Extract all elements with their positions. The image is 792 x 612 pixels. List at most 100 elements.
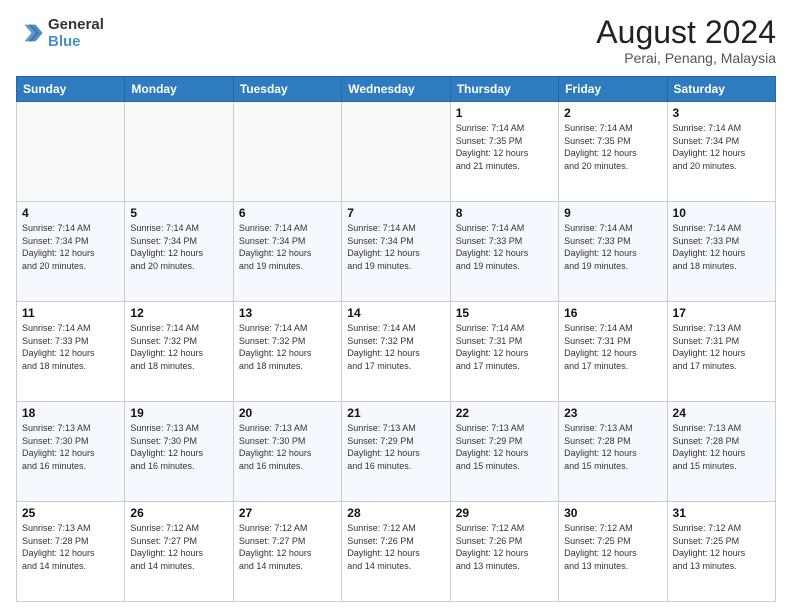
day-info: Sunrise: 7:13 AM Sunset: 7:29 PM Dayligh…: [456, 422, 553, 472]
day-number: 29: [456, 506, 553, 520]
calendar-cell: 16 Sunrise: 7:14 AM Sunset: 7:31 PM Dayli…: [559, 302, 667, 402]
day-info: Sunrise: 7:12 AM Sunset: 7:26 PM Dayligh…: [347, 522, 444, 572]
logo-text: General Blue: [48, 16, 104, 50]
day-number: 12: [130, 306, 227, 320]
calendar-cell: 7 Sunrise: 7:14 AM Sunset: 7:34 PM Daylig…: [342, 202, 450, 302]
day-info: Sunrise: 7:14 AM Sunset: 7:31 PM Dayligh…: [564, 322, 661, 372]
calendar-week-row: 11 Sunrise: 7:14 AM Sunset: 7:33 PM Dayli…: [17, 302, 776, 402]
day-info: Sunrise: 7:13 AM Sunset: 7:30 PM Dayligh…: [22, 422, 119, 472]
calendar-day-header: Saturday: [667, 77, 775, 102]
day-info: Sunrise: 7:13 AM Sunset: 7:28 PM Dayligh…: [673, 422, 770, 472]
calendar-week-row: 18Sunrise: 7:13 AM Sunset: 7:30 PM Dayli…: [17, 402, 776, 502]
day-number: 8: [456, 206, 553, 220]
title-block: August 2024 Perai, Penang, Malaysia: [596, 16, 776, 66]
day-info: Sunrise: 7:14 AM Sunset: 7:33 PM Dayligh…: [564, 222, 661, 272]
calendar-cell: 23 Sunrise: 7:13 AM Sunset: 7:28 PM Dayli…: [559, 402, 667, 502]
calendar-cell: 28 Sunrise: 7:12 AM Sunset: 7:26 PM Dayli…: [342, 502, 450, 602]
day-info: Sunrise: 7:14 AM Sunset: 7:34 PM Dayligh…: [130, 222, 227, 272]
day-number: 23: [564, 406, 661, 420]
calendar-cell: 11 Sunrise: 7:14 AM Sunset: 7:33 PM Dayli…: [17, 302, 125, 402]
month-year: August 2024: [596, 16, 776, 48]
calendar-day-header: Monday: [125, 77, 233, 102]
day-number: 9: [564, 206, 661, 220]
day-number: 4: [22, 206, 119, 220]
day-info: Sunrise: 7:14 AM Sunset: 7:35 PM Dayligh…: [456, 122, 553, 172]
calendar-week-row: 4 Sunrise: 7:14 AM Sunset: 7:34 PM Daylig…: [17, 202, 776, 302]
calendar-cell: 6 Sunrise: 7:14 AM Sunset: 7:34 PM Daylig…: [233, 202, 341, 302]
day-number: 31: [673, 506, 770, 520]
day-info: Sunrise: 7:12 AM Sunset: 7:27 PM Dayligh…: [130, 522, 227, 572]
calendar-cell: 31 Sunrise: 7:12 AM Sunset: 7:25 PM Dayli…: [667, 502, 775, 602]
day-info: Sunrise: 7:14 AM Sunset: 7:31 PM Dayligh…: [456, 322, 553, 372]
calendar-cell: [233, 102, 341, 202]
day-number: 19: [130, 406, 227, 420]
calendar-cell: 3 Sunrise: 7:14 AM Sunset: 7:34 PM Daylig…: [667, 102, 775, 202]
day-number: 28: [347, 506, 444, 520]
day-number: 21: [347, 406, 444, 420]
calendar-day-header: Wednesday: [342, 77, 450, 102]
calendar-cell: 2 Sunrise: 7:14 AM Sunset: 7:35 PM Daylig…: [559, 102, 667, 202]
calendar-cell: 22 Sunrise: 7:13 AM Sunset: 7:29 PM Dayli…: [450, 402, 558, 502]
day-info: Sunrise: 7:14 AM Sunset: 7:34 PM Dayligh…: [673, 122, 770, 172]
calendar-cell: 24 Sunrise: 7:13 AM Sunset: 7:28 PM Dayli…: [667, 402, 775, 502]
day-info: Sunrise: 7:12 AM Sunset: 7:25 PM Dayligh…: [673, 522, 770, 572]
calendar-cell: 10 Sunrise: 7:14 AM Sunset: 7:33 PM Dayli…: [667, 202, 775, 302]
day-number: 13: [239, 306, 336, 320]
day-info: Sunrise: 7:14 AM Sunset: 7:33 PM Dayligh…: [456, 222, 553, 272]
calendar-cell: 9 Sunrise: 7:14 AM Sunset: 7:33 PM Daylig…: [559, 202, 667, 302]
day-number: 17: [673, 306, 770, 320]
day-info: Sunrise: 7:13 AM Sunset: 7:28 PM Dayligh…: [564, 422, 661, 472]
calendar-cell: 26 Sunrise: 7:12 AM Sunset: 7:27 PM Dayli…: [125, 502, 233, 602]
day-number: 22: [456, 406, 553, 420]
calendar-day-header: Friday: [559, 77, 667, 102]
day-info: Sunrise: 7:14 AM Sunset: 7:34 PM Dayligh…: [22, 222, 119, 272]
calendar-cell: 13 Sunrise: 7:14 AM Sunset: 7:32 PM Dayli…: [233, 302, 341, 402]
calendar-table: SundayMondayTuesdayWednesdayThursdayFrid…: [16, 76, 776, 602]
day-number: 25: [22, 506, 119, 520]
day-number: 6: [239, 206, 336, 220]
day-number: 2: [564, 106, 661, 120]
calendar-cell: 14Sunrise: 7:14 AM Sunset: 7:32 PM Dayli…: [342, 302, 450, 402]
day-info: Sunrise: 7:14 AM Sunset: 7:35 PM Dayligh…: [564, 122, 661, 172]
day-info: Sunrise: 7:13 AM Sunset: 7:29 PM Dayligh…: [347, 422, 444, 472]
calendar-day-header: Thursday: [450, 77, 558, 102]
day-info: Sunrise: 7:14 AM Sunset: 7:34 PM Dayligh…: [347, 222, 444, 272]
calendar-cell: 21 Sunrise: 7:13 AM Sunset: 7:29 PM Dayli…: [342, 402, 450, 502]
calendar-day-header: Sunday: [17, 77, 125, 102]
day-info: Sunrise: 7:13 AM Sunset: 7:30 PM Dayligh…: [239, 422, 336, 472]
day-number: 15: [456, 306, 553, 320]
calendar-cell: 27Sunrise: 7:12 AM Sunset: 7:27 PM Dayli…: [233, 502, 341, 602]
day-info: Sunrise: 7:13 AM Sunset: 7:30 PM Dayligh…: [130, 422, 227, 472]
calendar-cell: 15 Sunrise: 7:14 AM Sunset: 7:31 PM Dayli…: [450, 302, 558, 402]
page: General Blue August 2024 Perai, Penang, …: [0, 0, 792, 612]
day-info: Sunrise: 7:14 AM Sunset: 7:32 PM Dayligh…: [130, 322, 227, 372]
day-info: Sunrise: 7:14 AM Sunset: 7:32 PM Dayligh…: [239, 322, 336, 372]
calendar-cell: [342, 102, 450, 202]
day-number: 11: [22, 306, 119, 320]
day-number: 26: [130, 506, 227, 520]
day-number: 16: [564, 306, 661, 320]
calendar-cell: 1 Sunrise: 7:14 AM Sunset: 7:35 PM Daylig…: [450, 102, 558, 202]
day-number: 3: [673, 106, 770, 120]
day-number: 1: [456, 106, 553, 120]
day-number: 24: [673, 406, 770, 420]
calendar-week-row: 1 Sunrise: 7:14 AM Sunset: 7:35 PM Daylig…: [17, 102, 776, 202]
calendar-cell: 29 Sunrise: 7:12 AM Sunset: 7:26 PM Dayli…: [450, 502, 558, 602]
day-info: Sunrise: 7:12 AM Sunset: 7:27 PM Dayligh…: [239, 522, 336, 572]
day-info: Sunrise: 7:14 AM Sunset: 7:34 PM Dayligh…: [239, 222, 336, 272]
day-number: 7: [347, 206, 444, 220]
day-number: 10: [673, 206, 770, 220]
day-number: 14: [347, 306, 444, 320]
logo: General Blue: [16, 16, 104, 50]
day-info: Sunrise: 7:12 AM Sunset: 7:26 PM Dayligh…: [456, 522, 553, 572]
day-info: Sunrise: 7:14 AM Sunset: 7:33 PM Dayligh…: [673, 222, 770, 272]
calendar-header-row: SundayMondayTuesdayWednesdayThursdayFrid…: [17, 77, 776, 102]
calendar-cell: 17Sunrise: 7:13 AM Sunset: 7:31 PM Dayli…: [667, 302, 775, 402]
day-info: Sunrise: 7:13 AM Sunset: 7:28 PM Dayligh…: [22, 522, 119, 572]
day-info: Sunrise: 7:14 AM Sunset: 7:33 PM Dayligh…: [22, 322, 119, 372]
calendar-cell: 30 Sunrise: 7:12 AM Sunset: 7:25 PM Dayli…: [559, 502, 667, 602]
day-info: Sunrise: 7:12 AM Sunset: 7:25 PM Dayligh…: [564, 522, 661, 572]
logo-icon: [16, 19, 44, 47]
day-number: 30: [564, 506, 661, 520]
calendar-cell: 5Sunrise: 7:14 AM Sunset: 7:34 PM Daylig…: [125, 202, 233, 302]
